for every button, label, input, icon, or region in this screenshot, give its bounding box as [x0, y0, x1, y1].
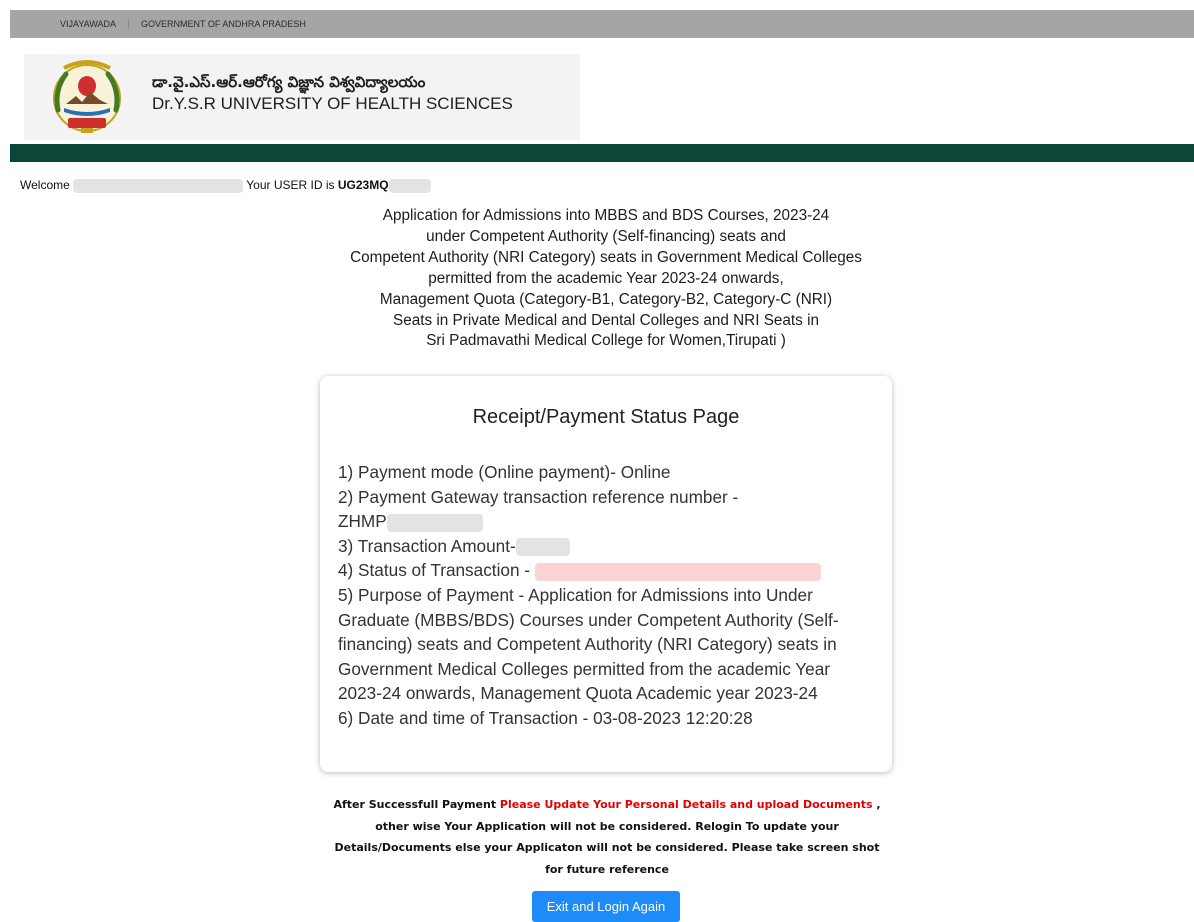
exit-login-again-button[interactable]: Exit and Login Again	[532, 891, 680, 922]
welcome-label: Welcome	[20, 178, 70, 192]
title-line: Competent Authority (NRI Category) seats…	[350, 248, 862, 266]
userid-label: Your USER ID is	[246, 178, 335, 192]
transaction-reference-row: ZHMP	[338, 509, 878, 534]
green-divider-band	[10, 144, 1194, 162]
payment-mode: 1) Payment mode (Online payment)- Online	[338, 462, 671, 482]
transaction-reference-label: 2) Payment Gateway transaction reference…	[338, 486, 739, 507]
university-name-telugu: డా.వై.ఎస్.ఆర్.ఆరోగ్య విజ్ఞాన విశ్వవిద్యా…	[152, 73, 426, 91]
payment-purpose: 5) Purpose of Payment - Application for …	[338, 584, 839, 704]
welcome-line: Welcome Your USER ID is UG23MQ	[20, 178, 431, 193]
transaction-status-label: 4) Status of Transaction -	[338, 560, 531, 581]
receipt-details: 1) Payment mode (Online payment)- Online…	[338, 460, 878, 731]
nav-link-vijayawada[interactable]: VIJAYAWADA	[10, 19, 130, 29]
post-payment-notice: After Successfull Payment Please Update …	[326, 794, 888, 880]
redacted-amount	[515, 538, 570, 557]
redacted-status	[534, 562, 821, 581]
transaction-amount-label: 3) Transaction Amount-	[338, 535, 516, 556]
title-line: permitted from the academic Year 2023-24…	[428, 269, 784, 287]
redacted-reference	[386, 513, 483, 532]
receipt-card: Receipt/Payment Status Page 1) Payment m…	[320, 376, 892, 772]
university-name-english: Dr.Y.S.R UNIVERSITY OF HEALTH SCIENCES	[152, 94, 513, 113]
title-line: Application for Admissions into MBBS and…	[382, 207, 830, 224]
title-line: under Competent Authority (Self-financin…	[426, 227, 786, 245]
title-line: Sri Padmavathi Medical College for Women…	[426, 332, 786, 350]
redacted-userid	[388, 178, 431, 193]
university-header: డా.వై.ఎస్.ఆర్.ఆరోగ్య విజ్ఞాన విశ్వవిద్యా…	[24, 54, 580, 140]
top-nav-bar: VIJAYAWADA GOVERNMENT OF ANDHRA PRADESH	[10, 10, 1194, 38]
notice-text-start: After Successfull Payment	[333, 798, 500, 811]
application-title: Application for Admissions into MBBS and…	[280, 206, 932, 352]
transaction-reference-value: ZHMP	[338, 511, 387, 532]
transaction-datetime: 6) Date and time of Transaction - 03-08-…	[338, 707, 753, 728]
title-line: Seats in Private Medical and Dental Coll…	[393, 311, 819, 329]
nav-link-government-ap[interactable]: GOVERNMENT OF ANDHRA PRADESH	[129, 19, 318, 29]
redacted-username	[73, 178, 244, 193]
userid-value: UG23MQ	[337, 178, 389, 192]
transaction-status-row: 4) Status of Transaction -	[338, 558, 878, 583]
notice-text-highlight: Please Update Your Personal Details and …	[499, 798, 873, 811]
transaction-amount-row: 3) Transaction Amount-	[338, 534, 878, 559]
title-line: Management Quota (Category-B1, Category-…	[379, 290, 833, 308]
receipt-title: Receipt/Payment Status Page	[472, 406, 740, 428]
university-emblem-icon	[53, 60, 121, 133]
